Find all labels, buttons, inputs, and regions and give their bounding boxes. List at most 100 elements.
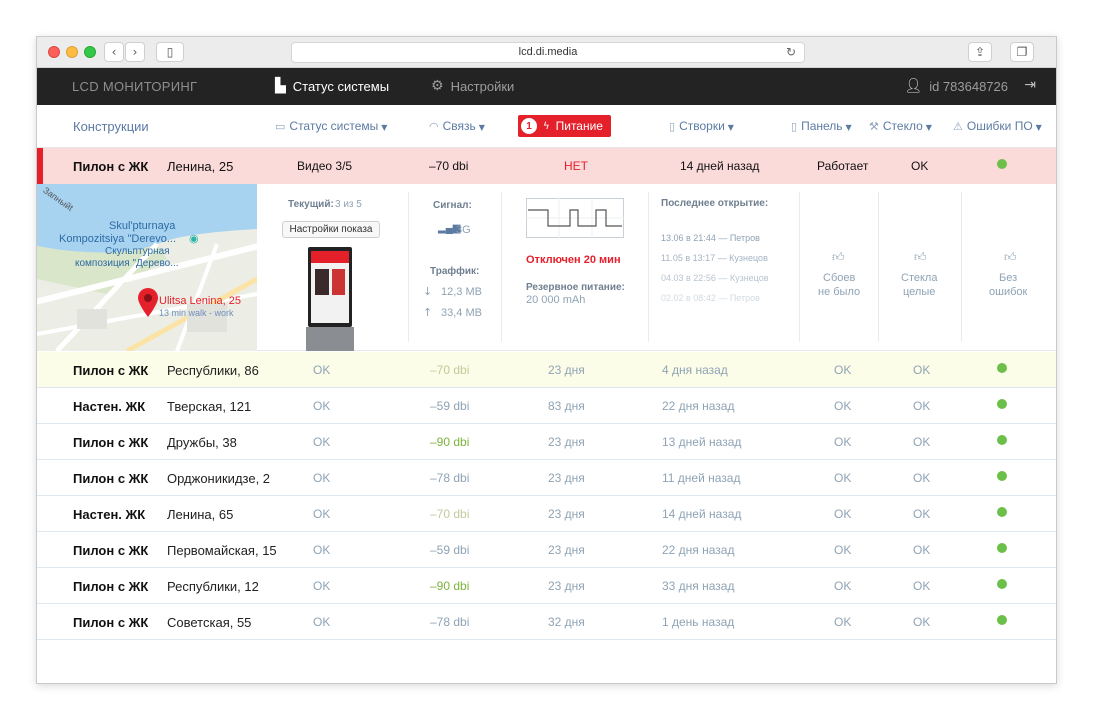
filter-doors[interactable]: ▯ Створки ▼ bbox=[669, 119, 734, 133]
status-dot bbox=[997, 543, 1007, 553]
table-row[interactable]: Пилон с ЖК Дружбы, 38 OK –90 dbi 23 дня … bbox=[37, 424, 1056, 460]
row-status: OK bbox=[313, 399, 331, 413]
user-info[interactable]: 👤︎ id 783648726 bbox=[904, 78, 1008, 94]
back-icon[interactable]: ‹ bbox=[104, 42, 124, 62]
door-icon: ▯ bbox=[669, 120, 676, 133]
row-signal: –78 dbi bbox=[430, 471, 470, 485]
table-row[interactable]: Настен. ЖК Тверская, 121 OK –59 dbi 83 д… bbox=[37, 388, 1056, 424]
hammer-icon: ⚒ bbox=[869, 120, 879, 133]
nav-status-label: Статус системы bbox=[292, 78, 390, 94]
row-type: Пилон с ЖК bbox=[73, 363, 149, 378]
row-glass: OK bbox=[913, 579, 931, 593]
status-dot bbox=[997, 471, 1007, 481]
filter-connection[interactable]: ◠ Связь ▼ bbox=[429, 119, 485, 133]
row-panel: OK bbox=[834, 615, 852, 629]
row-panel: Работает bbox=[817, 159, 869, 173]
glass-status-line2: целые bbox=[903, 286, 936, 298]
row-glass: OK bbox=[913, 399, 931, 413]
tabs-icon[interactable]: ❐ bbox=[1010, 42, 1034, 62]
filter-power-label: Питание bbox=[555, 119, 603, 133]
user-icon: 👤︎ bbox=[904, 78, 923, 94]
show-settings-button[interactable]: Настройки показа bbox=[282, 221, 380, 238]
thumbs-up-icon: 👍︎ bbox=[914, 250, 927, 264]
row-status: OK bbox=[313, 615, 331, 629]
gear-icon: ⚙ bbox=[431, 78, 444, 94]
filter-panel[interactable]: ▯ Панель ▼ bbox=[791, 119, 852, 133]
row-signal: –78 dbi bbox=[430, 615, 470, 629]
chevron-down-icon: ▼ bbox=[845, 123, 852, 132]
app-header: LCD МОНИТОРИНГ ▙ Статус системы ⚙ Настро… bbox=[37, 68, 1056, 105]
row-doors: 1 день назад bbox=[662, 615, 735, 629]
logout-icon[interactable]: ⇥ bbox=[1024, 77, 1036, 93]
status-dot bbox=[997, 435, 1007, 445]
forward-icon[interactable]: › bbox=[125, 42, 145, 62]
filter-errors[interactable]: ⚠ Ошибки ПО ▼ bbox=[953, 119, 1042, 133]
table-row[interactable]: Пилон с ЖК Республики, 86 OK –70 dbi 23 … bbox=[37, 352, 1056, 388]
table-row[interactable]: Пилон с ЖК Советская, 55 OK –78 dbi 32 д… bbox=[37, 604, 1056, 640]
current-value: 3 из 5 bbox=[335, 199, 362, 210]
table-row[interactable]: Пилон с ЖК Республики, 12 OK –90 dbi 23 … bbox=[37, 568, 1056, 604]
reload-icon[interactable]: ↻ bbox=[786, 43, 796, 62]
address-bar[interactable]: lcd.di.media ↻ bbox=[291, 42, 805, 63]
warning-icon: ⚠ bbox=[953, 120, 963, 133]
row-status: OK bbox=[313, 471, 331, 485]
row-address: Ленина, 65 bbox=[167, 507, 234, 522]
row-signal: –70 dbi bbox=[429, 159, 469, 173]
filter-status[interactable]: ▭ Статус системы ▼ bbox=[275, 119, 387, 133]
chevron-down-icon: ▼ bbox=[381, 123, 388, 132]
map-pin-icon[interactable] bbox=[137, 288, 159, 318]
table-row[interactable]: Настен. ЖК Ленина, 65 OK –70 dbi 23 дня … bbox=[37, 496, 1056, 532]
traffic-down: 12,3 MB bbox=[441, 286, 482, 298]
share-icon[interactable]: ⇪ bbox=[968, 42, 992, 62]
row-type: Пилон с ЖК bbox=[73, 543, 149, 558]
panel-status-line1: Сбоев bbox=[823, 272, 856, 284]
sidebar-icon[interactable]: ▯ bbox=[156, 42, 184, 62]
row-doors: 11 дней назад bbox=[662, 471, 741, 485]
filter-glass[interactable]: ⚒ Стекло ▼ bbox=[869, 119, 932, 133]
map[interactable]: Запныйt Skul'pturnaya Kompozitsiya "Dere… bbox=[37, 184, 257, 351]
row-address: Республики, 12 bbox=[167, 579, 259, 594]
table-row[interactable]: Пилон с ЖК Первомайская, 15 OK –59 dbi 2… bbox=[37, 532, 1056, 568]
row-doors: 14 дней назад bbox=[680, 159, 760, 173]
nav-status[interactable]: ▙ Статус системы bbox=[275, 78, 389, 94]
map-poi-label3: Скульптурная bbox=[105, 246, 170, 257]
url-text: lcd.di.media bbox=[518, 46, 578, 58]
row-video: Видео 3/5 bbox=[297, 159, 353, 173]
row-glass: OK bbox=[913, 507, 931, 521]
status-dot bbox=[997, 507, 1007, 517]
row-doors: 14 дней назад bbox=[662, 507, 742, 521]
row-signal: –90 dbi bbox=[430, 579, 470, 593]
thumbs-up-icon: 👍︎ bbox=[832, 250, 845, 264]
nav-settings[interactable]: ⚙ Настройки bbox=[431, 78, 514, 94]
chevron-down-icon: ▼ bbox=[925, 123, 932, 132]
filter-connection-label: Связь bbox=[442, 119, 476, 133]
row-type: Пилон с ЖК bbox=[73, 615, 149, 630]
row-status: OK bbox=[313, 507, 331, 521]
filter-power[interactable]: 1 ϟ Питание bbox=[518, 115, 611, 137]
row-power: 83 дня bbox=[548, 399, 585, 413]
row-power: 23 дня bbox=[548, 363, 585, 377]
status-dot bbox=[997, 159, 1007, 169]
row-type: Настен. ЖК bbox=[73, 507, 146, 522]
traffic-up: 33,4 MB bbox=[441, 307, 482, 319]
power-alert-count: 1 bbox=[521, 118, 537, 134]
errors-status-line1: Без bbox=[999, 272, 1018, 284]
current-label: Текущий: bbox=[288, 199, 334, 210]
alert-row[interactable]: Пилон с ЖК Ленина, 25 Видео 3/5 –70 dbi … bbox=[37, 148, 1056, 184]
filter-errors-label: Ошибки ПО bbox=[966, 119, 1033, 133]
table-row[interactable]: Пилон с ЖК Орджоникидзе, 2 OK –78 dbi 23… bbox=[37, 460, 1056, 496]
zoom-window-button[interactable] bbox=[84, 46, 96, 58]
row-glass: OK bbox=[913, 543, 931, 557]
user-id: id 783648726 bbox=[929, 78, 1008, 94]
row-address: Ленина, 25 bbox=[167, 159, 234, 174]
row-doors: 13 дней назад bbox=[662, 435, 742, 449]
row-doors: 22 дня назад bbox=[662, 399, 735, 413]
status-dot bbox=[997, 399, 1007, 409]
minimize-window-button[interactable] bbox=[66, 46, 78, 58]
close-window-button[interactable] bbox=[48, 46, 60, 58]
row-address: Республики, 86 bbox=[167, 363, 259, 378]
filter-status-label: Статус системы bbox=[289, 119, 379, 133]
row-power-status: НЕТ bbox=[564, 159, 588, 173]
errors-status-line2: ошибок bbox=[989, 286, 1028, 298]
thumbs-up-icon: 👍︎ bbox=[1004, 250, 1017, 264]
